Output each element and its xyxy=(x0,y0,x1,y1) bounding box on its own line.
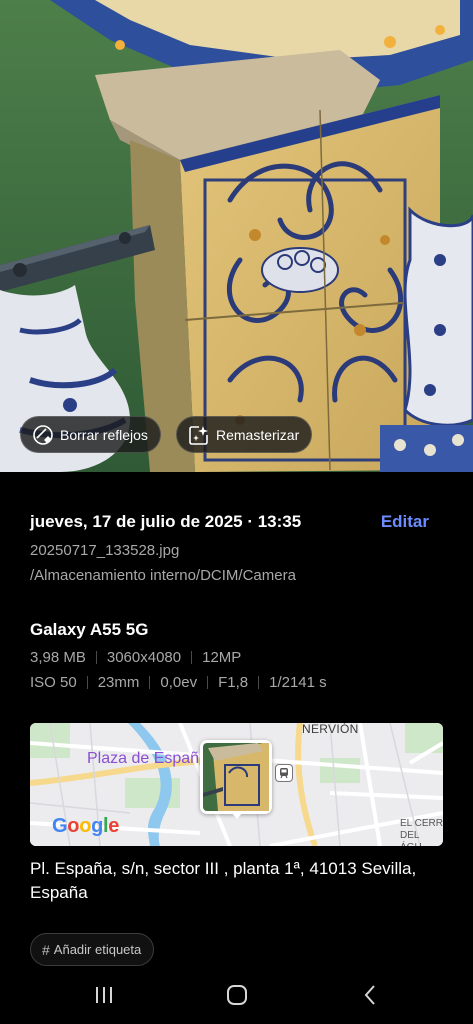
capture-datetime: jueves, 17 de julio de 2025 · 13:35 xyxy=(30,512,302,531)
hashtag-icon: # xyxy=(42,941,50,958)
exposure-value: 0,0ev xyxy=(160,674,198,691)
recent-apps-button[interactable] xyxy=(89,982,119,1008)
spec-divider xyxy=(207,676,209,689)
map-corner-line2: DEL ÁGU xyxy=(400,830,422,846)
photo-location-pin[interactable] xyxy=(200,740,272,814)
sparkle-edit-icon xyxy=(188,424,210,446)
spec-divider xyxy=(86,676,88,689)
focal-length: 23mm xyxy=(97,674,140,691)
back-chevron-icon xyxy=(364,985,375,1005)
spec-divider xyxy=(191,651,193,664)
file-path: /Almacenamiento interno/DCIM/Camera xyxy=(30,567,296,584)
location-map[interactable]: NERVIÓN Plaza de Españ EL CERR DEL ÁGU G… xyxy=(30,723,443,846)
location-address: Pl. España, s/n, sector III , planta 1ª,… xyxy=(30,859,417,902)
remaster-label: Remasterizar xyxy=(216,426,300,443)
erase-reflection-icon xyxy=(32,424,54,446)
map-corner-label: EL CERR DEL ÁGU xyxy=(400,818,443,846)
home-button[interactable] xyxy=(222,982,252,1008)
system-navigation-bar xyxy=(0,972,473,1016)
map-corner-line1: EL CERR xyxy=(400,818,443,829)
erase-reflections-label: Borrar reflejos xyxy=(60,426,148,443)
photo-viewer[interactable]: Borrar reflejos Remasterizar xyxy=(0,0,473,472)
pin-pointer xyxy=(231,812,243,819)
date-row: jueves, 17 de julio de 2025 · 13:35 Edit… xyxy=(30,512,429,532)
home-icon xyxy=(227,985,247,1005)
shutter-speed: 1/2141 s xyxy=(269,674,327,691)
pin-thumbnail xyxy=(203,743,269,811)
iso: ISO 50 xyxy=(30,674,77,691)
spec-divider xyxy=(95,651,97,664)
tile-bench-photo xyxy=(0,0,473,472)
add-tag-button[interactable]: # Añadir etiqueta xyxy=(30,933,155,966)
remaster-button[interactable]: Remasterizar xyxy=(176,416,313,453)
add-tag-label: Añadir etiqueta xyxy=(53,942,142,957)
back-button[interactable] xyxy=(355,982,385,1008)
map-district-label: NERVIÓN xyxy=(302,723,359,736)
aperture: F1,8 xyxy=(218,674,249,691)
file-size: 3,98 MB xyxy=(30,649,86,666)
edit-button[interactable]: Editar xyxy=(381,512,429,532)
megapixels: 12MP xyxy=(202,649,242,666)
spec-divider xyxy=(258,676,260,689)
erase-reflections-button[interactable]: Borrar reflejos xyxy=(20,416,161,453)
file-name: 20250717_133528.jpg xyxy=(30,542,180,559)
recents-icon xyxy=(96,987,112,1003)
resolution: 3060x4080 xyxy=(106,649,182,666)
metro-station-icon xyxy=(275,764,293,782)
exposure-specs-row: ISO 50 23mm 0,0ev F1,8 1/2141 s xyxy=(30,674,327,691)
spec-divider xyxy=(149,676,151,689)
details-panel: jueves, 17 de julio de 2025 · 13:35 Edit… xyxy=(0,472,473,1024)
google-logo: Google xyxy=(52,815,120,837)
map-place-label: Plaza de Españ xyxy=(87,750,200,767)
file-specs-row: 3,98 MB 3060x4080 12MP xyxy=(30,649,241,666)
camera-device: Galaxy A55 5G xyxy=(30,620,149,639)
